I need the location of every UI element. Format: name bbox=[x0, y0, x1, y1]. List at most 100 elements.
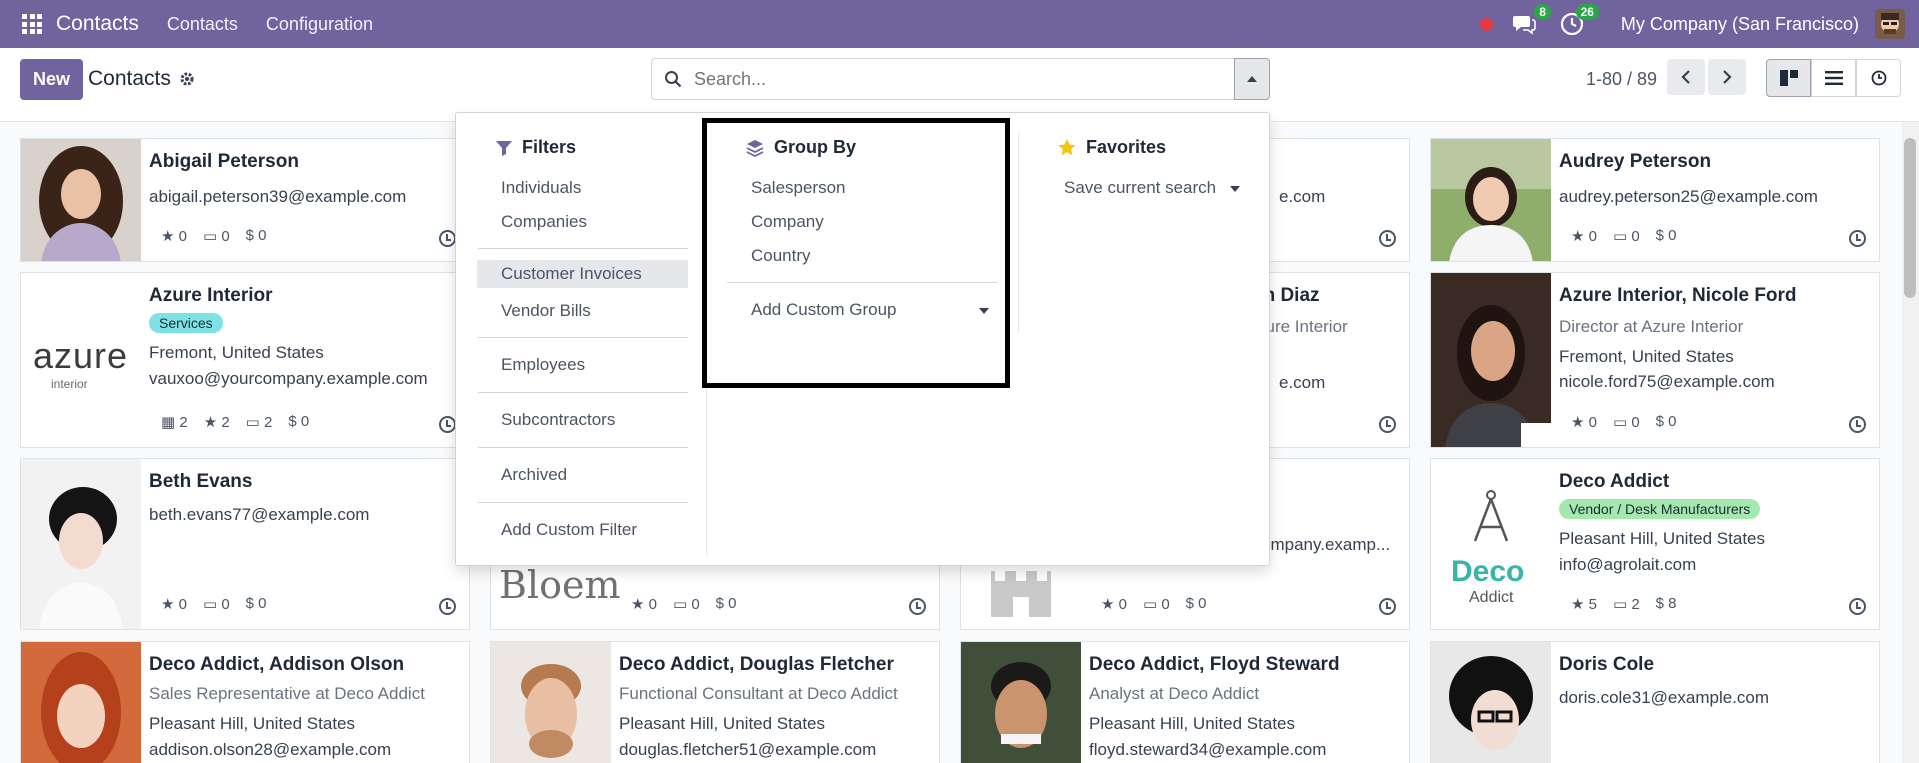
opportunities-stat[interactable]: ★ 0 bbox=[1571, 413, 1597, 431]
invoiced-stat[interactable]: $ 0 bbox=[246, 595, 267, 613]
activity-clock-icon[interactable] bbox=[1379, 416, 1396, 433]
activities-count-badge: 26 bbox=[1575, 4, 1599, 20]
recording-indicator-icon[interactable] bbox=[1479, 17, 1493, 31]
control-panel: New Contacts 1-80 / 89 bbox=[0, 48, 1919, 122]
sales-stat[interactable]: ▭ 0 bbox=[673, 595, 700, 613]
activity-clock-icon[interactable] bbox=[1379, 230, 1396, 247]
contact-name: Abigail Peterson bbox=[149, 151, 299, 172]
invoiced-stat[interactable]: $ 0 bbox=[716, 595, 737, 613]
new-button[interactable]: New bbox=[20, 59, 83, 100]
invoiced-stat[interactable]: $ 8 bbox=[1656, 595, 1677, 613]
favorites-heading: Favorites bbox=[1058, 137, 1166, 158]
contact-card[interactable]: Doris Cole doris.cole31@example.com bbox=[1430, 641, 1880, 763]
contact-stats: ★ 0 ▭ 0 $ 0 bbox=[1101, 595, 1207, 613]
opportunities-stat[interactable]: ★ 2 bbox=[204, 413, 230, 431]
opportunities-stat[interactable]: ★ 0 bbox=[1101, 595, 1127, 613]
filter-employees[interactable]: Employees bbox=[501, 355, 585, 375]
menu-configuration[interactable]: Configuration bbox=[266, 14, 373, 35]
sales-stat[interactable]: ▭ 0 bbox=[1613, 413, 1640, 431]
search-options-toggle[interactable] bbox=[1234, 58, 1270, 100]
list-view-button[interactable] bbox=[1811, 59, 1856, 97]
chevron-left-icon bbox=[1681, 70, 1690, 84]
messages-button[interactable]: 8 bbox=[1511, 4, 1551, 37]
contact-name: Azure Interior bbox=[149, 285, 273, 306]
add-custom-filter[interactable]: Add Custom Filter bbox=[501, 520, 637, 540]
filter-individuals[interactable]: Individuals bbox=[501, 178, 581, 198]
contact-location: Fremont, United States bbox=[1559, 347, 1734, 366]
contact-card[interactable]: Azure Interior, Nicole Ford Director at … bbox=[1430, 272, 1880, 448]
invoiced-stat[interactable]: $ 0 bbox=[1656, 227, 1677, 245]
company-switcher[interactable]: My Company (San Francisco) bbox=[1621, 14, 1859, 35]
contact-stats: ▦ 2 ★ 2 ▭ 2 $ 0 bbox=[161, 413, 309, 431]
contact-card[interactable]: Deco Addict, Addison Olson Sales Represe… bbox=[20, 641, 470, 763]
sales-stat[interactable]: ▭ 2 bbox=[1613, 595, 1640, 613]
user-avatar[interactable] bbox=[1875, 9, 1905, 39]
pager-value[interactable]: 1-80 / 89 bbox=[1586, 69, 1657, 90]
contact-subtitle: Sales Representative at Deco Addict bbox=[149, 684, 425, 703]
activity-view-button[interactable] bbox=[1856, 59, 1901, 97]
activity-clock-icon[interactable] bbox=[1849, 416, 1866, 433]
activity-clock-icon[interactable] bbox=[1849, 230, 1866, 247]
save-current-search[interactable]: Save current search bbox=[1064, 178, 1216, 198]
contact-photo bbox=[1431, 273, 1551, 447]
contact-location: Pleasant Hill, United States bbox=[1089, 714, 1295, 733]
contact-photo bbox=[1431, 642, 1551, 763]
invoiced-stat[interactable]: $ 0 bbox=[246, 227, 267, 245]
page-scrollbar[interactable] bbox=[1902, 122, 1919, 763]
kanban-view-button[interactable] bbox=[1766, 59, 1811, 97]
contact-card[interactable]: Abigail Peterson abigail.peterson39@exam… bbox=[20, 138, 470, 262]
sales-stat[interactable]: ▭ 0 bbox=[1143, 595, 1170, 613]
apps-menu-icon[interactable] bbox=[22, 14, 42, 34]
activity-clock-icon[interactable] bbox=[439, 230, 456, 247]
filter-customer-invoices[interactable]: Customer Invoices bbox=[477, 260, 688, 288]
contact-card[interactable]: Deco Addict Deco Addict Vendor / Desk Ma… bbox=[1430, 458, 1880, 630]
contact-stats: ★ 0 ▭ 0 $ 0 bbox=[1571, 413, 1677, 431]
filter-subcontractors[interactable]: Subcontractors bbox=[501, 410, 615, 430]
scrollbar-thumb[interactable] bbox=[1904, 138, 1916, 298]
company-logo: azure interior bbox=[21, 273, 141, 447]
search-input[interactable] bbox=[694, 68, 1194, 90]
menu-contacts[interactable]: Contacts bbox=[167, 14, 238, 35]
search-icon bbox=[665, 71, 682, 88]
contact-email: beth.evans77@example.com bbox=[149, 505, 370, 524]
contact-card[interactable]: Beth Evans beth.evans77@example.com ★ 0 … bbox=[20, 458, 470, 630]
opportunities-stat[interactable]: ★ 5 bbox=[1571, 595, 1597, 613]
sales-stat[interactable]: ▭ 0 bbox=[203, 595, 230, 613]
invoiced-stat[interactable]: $ 0 bbox=[1656, 413, 1677, 431]
activity-clock-icon[interactable] bbox=[909, 598, 926, 615]
activity-clock-icon[interactable] bbox=[1379, 598, 1396, 615]
app-title[interactable]: Contacts bbox=[56, 12, 139, 36]
filter-companies[interactable]: Companies bbox=[501, 212, 587, 232]
sales-stat[interactable]: ▭ 0 bbox=[1613, 227, 1640, 245]
opportunities-stat[interactable]: ★ 0 bbox=[161, 227, 187, 245]
opportunities-stat[interactable]: ★ 0 bbox=[631, 595, 657, 613]
contact-card[interactable]: Audrey Peterson audrey.peterson25@exampl… bbox=[1430, 138, 1880, 262]
messages-count-badge: 8 bbox=[1534, 4, 1551, 20]
contact-name: Deco Addict, Floyd Steward bbox=[1089, 654, 1340, 675]
sales-stat[interactable]: ▭ 0 bbox=[203, 227, 230, 245]
activities-button[interactable]: 26 bbox=[1559, 4, 1599, 37]
invoiced-stat[interactable]: $ 0 bbox=[1186, 595, 1207, 613]
activity-clock-icon[interactable] bbox=[1849, 598, 1866, 615]
activity-clock-icon[interactable] bbox=[439, 598, 456, 615]
filter-archived[interactable]: Archived bbox=[501, 465, 567, 485]
contact-email: e.com bbox=[1279, 187, 1326, 206]
filter-vendor-bills[interactable]: Vendor Bills bbox=[501, 301, 591, 321]
search-bar[interactable] bbox=[651, 58, 1235, 100]
contact-card[interactable]: Deco Addict, Floyd Steward Analyst at De… bbox=[960, 641, 1410, 763]
invoiced-stat[interactable]: $ 0 bbox=[288, 413, 309, 431]
opportunities-stat[interactable]: ★ 0 bbox=[1571, 227, 1597, 245]
contact-name: Deco Addict bbox=[1559, 471, 1670, 492]
contact-card[interactable]: azure interior Azure Interior Services F… bbox=[20, 272, 470, 448]
contact-card[interactable]: Deco Addict, Douglas Fletcher Functional… bbox=[490, 641, 940, 763]
meetings-stat[interactable]: ▦ 2 bbox=[161, 413, 188, 431]
contact-email: douglas.fletcher51@example.com bbox=[619, 740, 877, 759]
sales-stat[interactable]: ▭ 2 bbox=[246, 413, 273, 431]
filters-heading: Filters bbox=[496, 137, 576, 158]
divider bbox=[478, 248, 688, 249]
pager-previous-button[interactable] bbox=[1667, 59, 1705, 95]
pager-next-button[interactable] bbox=[1708, 59, 1746, 95]
gear-icon[interactable] bbox=[179, 71, 195, 87]
activity-clock-icon[interactable] bbox=[439, 416, 456, 433]
opportunities-stat[interactable]: ★ 0 bbox=[161, 595, 187, 613]
